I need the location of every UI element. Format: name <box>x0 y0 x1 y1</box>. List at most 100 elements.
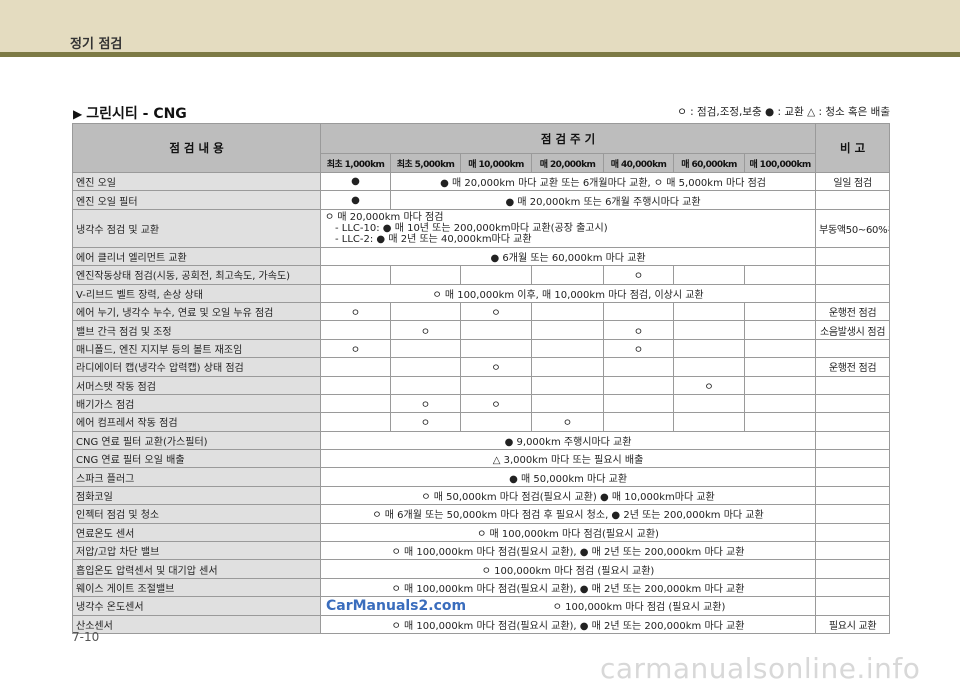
header-rule <box>0 52 960 57</box>
row-item-label: CNG 연료 필터 교환(가스필터) <box>72 430 321 451</box>
row-item-label: 에어 누기, 냉각수 누수, 연료 및 오일 누유 점검 <box>72 301 321 322</box>
table-row: 저압/고압 차단 밸브 ㅇ 매 100,000km 마다 점검(필요시 교환), … <box>72 541 891 561</box>
row-remark: 부동액50~60%유지 <box>815 208 891 248</box>
interval-cell <box>460 412 532 432</box>
schedule-text: ㅇ 매 100,000km 마다 점검(필요시 교환) <box>477 528 659 540</box>
section-title: ▶ 그린시티 - CNG <box>73 103 187 123</box>
row-item-label: 스파크 플러그 <box>72 467 321 487</box>
row-schedule-detail: ● 매 20,000km 마다 교환 또는 6개월마다 교환, ㅇ 매 5,00… <box>389 171 817 192</box>
header-inspection-item: 점 검 내 용 <box>72 123 321 173</box>
interval-cell <box>743 375 817 395</box>
table-row: 점화코일 ㅇ 매 50,000km 마다 점검(필요시 교환) ● 매 10,00… <box>72 485 891 506</box>
interval-cell: ㅇ <box>320 301 391 322</box>
interval-cell: ㅇ <box>390 412 461 432</box>
row-remark: 일일 점검 <box>815 171 891 192</box>
schedule-text: ● 6개월 또는 60,000km 마다 교환 <box>490 252 646 264</box>
header-band <box>0 0 960 52</box>
row-remark <box>815 246 891 267</box>
row-schedule-detail: ● 9,000km 주행시마다 교환 <box>319 430 817 451</box>
table-row: 스파크 플러그 ● 매 50,000km 마다 교환 <box>72 467 891 487</box>
table-row: 밸브 간극 점검 및 조정 ㅇ ㅇ 소음발생시 점검 <box>72 320 891 340</box>
interval-cell: ● <box>320 171 391 192</box>
table-row: 연료온도 센서 ㅇ 매 100,000km 마다 점검(필요시 교환) <box>72 522 891 543</box>
interval-cell <box>460 265 532 285</box>
section-title-text: 그린시티 - CNG <box>86 106 187 122</box>
schedule-text: ㅇ 100,000km 마다 점검 (필요시 교환) <box>552 601 726 613</box>
row-remark <box>815 577 891 598</box>
row-item-label: 산소센서 <box>72 614 321 634</box>
row-schedule-detail: CarManuals2.com ㅇ 100,000km 마다 점검 (필요시 교환… <box>319 596 817 616</box>
row-remark: 소음발생시 점검 <box>815 320 891 340</box>
interval-cell <box>460 320 532 340</box>
interval-cell <box>531 338 604 359</box>
header-inspection-period: 점 검 주 기 <box>319 123 817 154</box>
row-item-label: 인젝터 점검 및 청소 <box>72 504 321 524</box>
row-remark <box>815 485 891 506</box>
row-remark <box>815 338 891 359</box>
schedule-text: ● 매 20,000km 마다 교환 또는 6개월마다 교환, ㅇ 매 5,00… <box>440 178 766 190</box>
interval-cell <box>320 265 391 285</box>
interval-cell <box>743 393 817 414</box>
interval-header: 매 100,000km <box>743 153 817 173</box>
interval-cell <box>743 357 817 377</box>
row-item-label: 매니폴드, 엔진 지지부 등의 볼트 재조임 <box>72 338 321 359</box>
row-remark <box>815 283 891 303</box>
interval-cell: ㅇ <box>460 393 532 414</box>
row-remark <box>815 522 891 543</box>
row-item-label: 밸브 간극 점검 및 조정 <box>72 320 321 340</box>
row-schedule-detail: ㅇ 매 50,000km 마다 점검(필요시 교환) ● 매 10,000km마… <box>319 485 817 506</box>
interval-cell <box>531 357 604 377</box>
row-remark <box>815 559 891 579</box>
schedule-text: ㅇ 매 6개월 또는 50,000km 마다 점검 후 필요시 청소, ● 2년… <box>372 510 764 522</box>
page-number: 7-10 <box>72 630 100 644</box>
table-row: 냉각수 온도센서 CarManuals2.com ㅇ 100,000km 마다 점검… <box>72 596 891 616</box>
interval-header: 최초 5,000km <box>390 153 461 173</box>
schedule-text: ● 매 50,000km 마다 교환 <box>509 473 628 485</box>
header-remarks: 비 고 <box>815 123 891 173</box>
row-item-label: 엔진 오일 필터 <box>72 190 321 210</box>
row-item-label: 엔진작동상태 점검(시동, 공회전, 최고속도, 가속도) <box>72 265 321 285</box>
row-item-label: 냉각수 점검 및 교환 <box>72 208 321 248</box>
row-item-label: 점화코일 <box>72 485 321 506</box>
table-row: 흡입온도 압력센서 및 대기압 센서 ㅇ 100,000km 마다 점검 (필요시… <box>72 559 891 579</box>
interval-cell: ㅇ <box>460 357 532 377</box>
interval-cell <box>531 265 604 285</box>
row-item-label: 엔진 오일 <box>72 171 321 192</box>
interval-cell <box>320 375 391 395</box>
row-remark <box>815 393 891 414</box>
interval-header: 매 10,000km <box>460 153 532 173</box>
row-schedule-detail: ● 매 20,000km 또는 6개월 주행시마다 교환 <box>389 190 817 210</box>
schedule-line: - LLC-10: ● 매 10년 또는 200,000km마다 교환(공장 출… <box>335 222 608 234</box>
row-remark: 운행전 점검 <box>815 301 891 322</box>
table-row: V-리브드 벨트 장력, 손상 상태 ㅇ 매 100,000km 이후, 매 10… <box>72 283 891 303</box>
interval-cell <box>743 412 817 432</box>
schedule-text: ㅇ 100,000km 마다 점검 (필요시 교환) <box>481 565 655 577</box>
interval-cell: ㅇ <box>390 320 461 340</box>
interval-cell <box>531 301 604 322</box>
schedule-text: ● 9,000km 주행시마다 교환 <box>504 436 632 448</box>
row-schedule-detail: ㅇ 매 100,000km 이후, 매 10,000km 마다 점검, 이상시 … <box>319 283 817 303</box>
row-remark <box>815 375 891 395</box>
interval-cell <box>390 338 461 359</box>
schedule-line: ㅇ 매 20,000km 마다 점검 <box>325 211 444 223</box>
table-row: 매니폴드, 엔진 지지부 등의 볼트 재조임 ㅇㅇ <box>72 338 891 359</box>
interval-cell <box>320 412 391 432</box>
schedule-text: ㅇ 매 100,000km 이후, 매 10,000km 마다 점검, 이상시 … <box>432 289 704 301</box>
interval-header: 최초 1,000km <box>320 153 391 173</box>
interval-cell <box>320 320 391 340</box>
interval-cell <box>390 265 461 285</box>
table-row: 에어 누기, 냉각수 누수, 연료 및 오일 누유 점검 ㅇㅇ 운행전 점검 <box>72 301 891 322</box>
interval-cell <box>603 301 674 322</box>
interval-cell <box>673 320 745 340</box>
schedule-text: ● 매 20,000km 또는 6개월 주행시마다 교환 <box>505 196 701 208</box>
row-remark <box>815 504 891 524</box>
row-remark: 필요시 교환 <box>815 614 891 634</box>
table-row: 냉각수 점검 및 교환 ㅇ 매 20,000km 마다 점검 - LLC-10: ●… <box>72 208 891 248</box>
interval-cell: ㅇ <box>603 338 674 359</box>
table-row: 배기가스 점검 ㅇㅇ <box>72 393 891 414</box>
interval-cell <box>320 393 391 414</box>
row-schedule-detail: ● 매 50,000km 마다 교환 <box>319 467 817 487</box>
row-item-label: 에어 컴프레서 작동 점검 <box>72 412 321 432</box>
table-row: 인젝터 점검 및 청소 ㅇ 매 6개월 또는 50,000km 마다 점검 후 필… <box>72 504 891 524</box>
row-item-label: 에어 클리너 엘리먼트 교환 <box>72 246 321 267</box>
